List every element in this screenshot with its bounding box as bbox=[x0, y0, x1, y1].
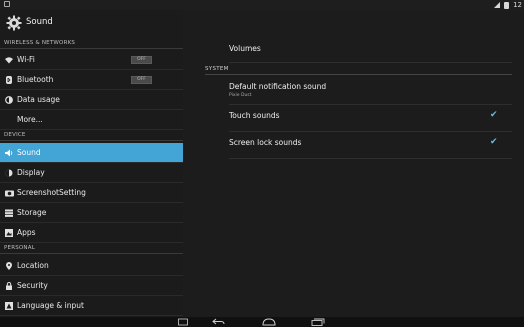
notification-icon bbox=[4, 1, 10, 7]
gear-icon bbox=[6, 15, 22, 31]
sidebar-item-security[interactable]: Security bbox=[0, 276, 183, 296]
sidebar-item-label: More... bbox=[17, 115, 43, 124]
bluetooth-toggle[interactable]: OFF bbox=[131, 76, 152, 84]
volumes-item[interactable]: Volumes bbox=[229, 44, 261, 53]
sidebar-item-screenshot-setting[interactable]: ScreenshotSetting bbox=[0, 183, 183, 203]
sidebar-item-label: Security bbox=[17, 281, 48, 290]
sidebar-item-apps[interactable]: Apps bbox=[0, 223, 183, 243]
screen-lock-sounds-label[interactable]: Screen lock sounds bbox=[229, 138, 301, 147]
wifi-icon bbox=[5, 56, 13, 64]
recent-apps-icon[interactable] bbox=[311, 318, 325, 326]
sidebar-item-location[interactable]: Location bbox=[0, 256, 183, 276]
navigation-bar bbox=[0, 317, 524, 327]
back-icon[interactable] bbox=[212, 318, 226, 326]
section-personal: PERSONAL bbox=[0, 244, 183, 254]
touch-sounds-label[interactable]: Touch sounds bbox=[229, 111, 280, 120]
battery-icon bbox=[504, 1, 510, 9]
keyboard-icon bbox=[5, 302, 13, 310]
sidebar-item-wifi[interactable]: Wi-Fi OFF bbox=[0, 50, 183, 70]
sidebar-item-sound[interactable]: Sound bbox=[0, 143, 183, 163]
home-icon[interactable] bbox=[262, 318, 276, 326]
lock-icon bbox=[5, 282, 13, 290]
sidebar-item-label: Sound bbox=[17, 148, 41, 157]
section-divider bbox=[205, 74, 512, 75]
bluetooth-icon bbox=[5, 76, 13, 84]
sidebar-item-data-usage[interactable]: Data usage bbox=[0, 90, 183, 110]
sidebar-item-label: Language & input bbox=[17, 301, 84, 310]
sidebar-item-label: Wi-Fi bbox=[17, 55, 35, 64]
sidebar-item-label: Location bbox=[17, 261, 49, 270]
clock: 12 bbox=[513, 1, 522, 9]
status-bar: 12 bbox=[0, 0, 524, 10]
sidebar-item-label: Bluetooth bbox=[17, 75, 54, 84]
sidebar-item-more[interactable]: More... bbox=[0, 110, 183, 130]
signal-icon bbox=[494, 2, 501, 8]
status-right: 12 bbox=[494, 0, 522, 10]
section-system: SYSTEM bbox=[205, 66, 229, 72]
data-usage-icon bbox=[5, 96, 13, 104]
apps-icon bbox=[5, 229, 13, 237]
default-notification-sound-title[interactable]: Default notification sound bbox=[229, 82, 326, 91]
screen-lock-sounds-checkbox[interactable]: ✔ bbox=[490, 138, 499, 147]
touch-sounds-checkbox[interactable]: ✔ bbox=[490, 111, 499, 120]
camera-icon bbox=[5, 189, 14, 197]
sidebar-header: Sound bbox=[0, 10, 183, 38]
settings-sidebar: Sound WIRELESS & NETWORKS Wi-Fi OFF Blue… bbox=[0, 10, 183, 317]
divider bbox=[229, 131, 512, 132]
sidebar-item-bluetooth[interactable]: Bluetooth OFF bbox=[0, 70, 183, 90]
divider bbox=[229, 104, 512, 105]
sidebar-item-label: ScreenshotSetting bbox=[17, 188, 86, 197]
sidebar-item-label: Apps bbox=[17, 228, 36, 237]
location-icon bbox=[5, 262, 13, 270]
wifi-toggle[interactable]: OFF bbox=[131, 56, 152, 64]
default-notification-sound-value: Pixie Dust bbox=[229, 93, 252, 98]
sidebar-item-label: Storage bbox=[17, 208, 47, 217]
sound-settings-panel: Volumes SYSTEM Default notification soun… bbox=[183, 10, 524, 317]
screenshot-icon[interactable] bbox=[178, 318, 188, 326]
speaker-icon bbox=[5, 149, 13, 157]
display-icon bbox=[5, 169, 13, 177]
section-device: DEVICE bbox=[0, 131, 183, 141]
divider bbox=[229, 158, 512, 159]
sidebar-item-language-input[interactable]: Language & input bbox=[0, 296, 183, 316]
sidebar-item-storage[interactable]: Storage bbox=[0, 203, 183, 223]
sidebar-item-display[interactable]: Display bbox=[0, 163, 183, 183]
sidebar-item-label: Data usage bbox=[17, 95, 60, 104]
divider bbox=[229, 62, 512, 63]
page-title: Sound bbox=[26, 17, 53, 27]
sidebar-item-label: Display bbox=[17, 168, 45, 177]
storage-icon bbox=[5, 209, 13, 217]
section-wireless: WIRELESS & NETWORKS bbox=[0, 39, 183, 49]
